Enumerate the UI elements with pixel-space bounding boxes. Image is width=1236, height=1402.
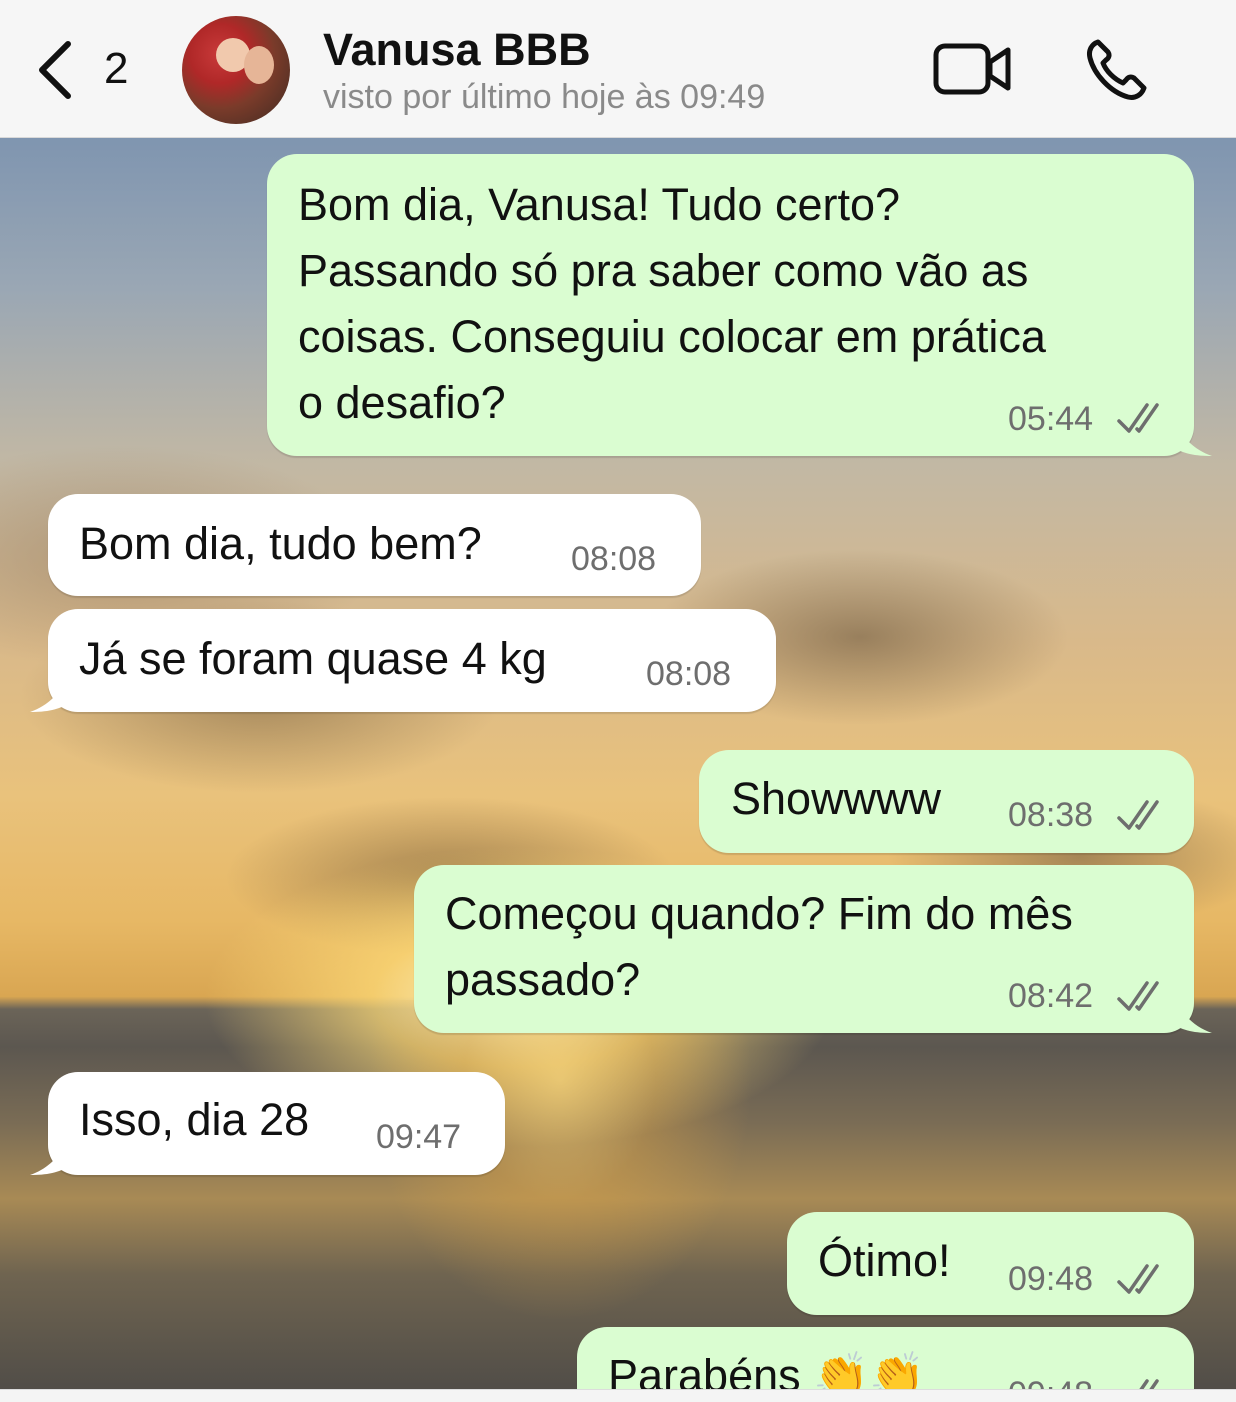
bubble-tail	[1172, 993, 1212, 1033]
message-time: 08:42	[1008, 977, 1094, 1015]
bubble-tail	[30, 1135, 70, 1175]
message-text: Parabéns 👏👏	[608, 1350, 926, 1389]
double-check-icon	[1117, 981, 1159, 1011]
message-text: Bom dia, tudo bem?	[79, 518, 482, 569]
message-time: 08:08	[646, 655, 732, 693]
message-time: 09:48	[1008, 1375, 1093, 1389]
message-time: 08:08	[571, 540, 657, 578]
message-text: Já se foram quase 4 kg	[79, 633, 547, 684]
message-text: Começou quando? Fim do mês passado?	[445, 888, 1073, 1005]
bubble-tail	[30, 672, 70, 712]
avatar[interactable]	[182, 16, 290, 124]
avatar-photo-face	[244, 46, 274, 84]
message-time: 08:38	[1008, 796, 1094, 834]
last-seen-status: visto por último hoje às 09:49	[323, 78, 766, 116]
message-bubble-outgoing[interactable]: Parabéns 👏👏 09:48	[577, 1327, 1194, 1389]
message-time: 09:48	[1008, 1260, 1094, 1298]
message-text: Showwww	[731, 773, 942, 824]
message-bubble-outgoing[interactable]: Começou quando? Fim do mês passado? 08:4…	[414, 865, 1194, 1033]
double-check-icon	[1117, 403, 1159, 433]
message-bubble-incoming[interactable]: Bom dia, tudo bem? 08:08	[48, 494, 701, 596]
message-text: Isso, dia 28	[79, 1094, 310, 1145]
chevron-left-icon	[39, 41, 71, 99]
wallpaper-sun-reflection	[260, 1000, 960, 1380]
double-check-icon	[1117, 1264, 1159, 1294]
message-text: Ótimo!	[818, 1235, 951, 1286]
video-call-icon[interactable]	[932, 40, 1014, 98]
message-bubble-incoming[interactable]: Isso, dia 28 09:47	[48, 1072, 505, 1175]
message-bubble-outgoing[interactable]: Showwww 08:38	[699, 750, 1194, 853]
message-bubble-incoming[interactable]: Já se foram quase 4 kg 08:08	[48, 609, 776, 712]
bubble-tail	[1172, 416, 1212, 456]
message-bubble-outgoing[interactable]: Bom dia, Vanusa! Tudo certo? Passando só…	[267, 154, 1194, 456]
bottom-bar	[0, 1389, 1236, 1402]
message-bubble-outgoing[interactable]: Ótimo! 09:48	[787, 1212, 1194, 1315]
back-button[interactable]	[34, 38, 104, 102]
message-text: Bom dia, Vanusa! Tudo certo? Passando só…	[298, 179, 1046, 428]
double-check-icon	[1139, 1379, 1159, 1389]
double-check-icon	[1117, 800, 1159, 830]
unread-count: 2	[104, 44, 129, 93]
chat-header: 2 Vanusa BBB visto por último hoje às 09…	[0, 0, 1236, 138]
message-time: 09:47	[376, 1118, 462, 1156]
contact-name[interactable]: Vanusa BBB	[323, 24, 591, 76]
message-time: 05:44	[1008, 400, 1094, 438]
phone-icon[interactable]	[1084, 36, 1150, 102]
